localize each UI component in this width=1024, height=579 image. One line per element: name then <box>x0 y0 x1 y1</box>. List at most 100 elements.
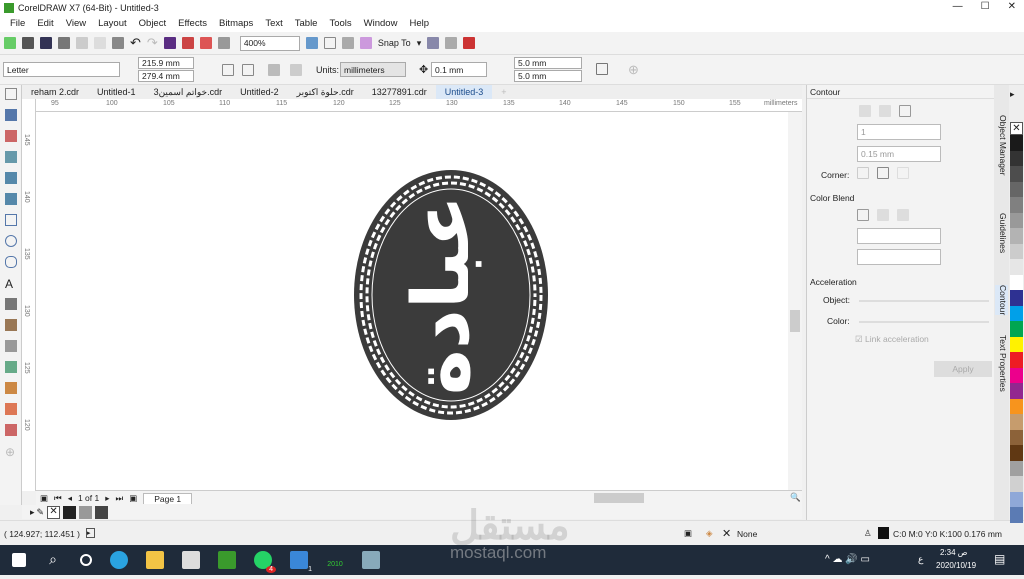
inside-icon[interactable] <box>879 105 891 117</box>
save-icon[interactable] <box>40 37 52 49</box>
duplicate-y-input[interactable]: 5.0 mm <box>514 70 582 82</box>
tab-guidelines[interactable]: Guidelines <box>995 213 1008 253</box>
vertical-scrollbar[interactable] <box>788 112 802 490</box>
bevel-corner-icon[interactable] <box>897 167 909 179</box>
horizontal-scroll-thumb[interactable] <box>594 493 644 503</box>
page-height-input[interactable]: 279.4 mm <box>138 70 194 82</box>
palette-swatch[interactable] <box>1010 181 1023 197</box>
add-tool-icon[interactable]: ⊕ <box>5 445 17 459</box>
zoom-navigator-icon[interactable]: 🔍 <box>790 492 801 503</box>
maximize-button[interactable]: ☐ <box>981 1 990 12</box>
publish-pdf-icon[interactable] <box>217 37 230 49</box>
linear-blend-icon[interactable] <box>857 209 869 221</box>
palette-swatch[interactable] <box>1010 228 1023 244</box>
search-content-icon[interactable] <box>163 37 176 49</box>
document-color-icon[interactable]: ▣ <box>684 528 692 539</box>
clockwise-blend-icon[interactable] <box>877 209 889 221</box>
new-tab-icon[interactable]: + <box>492 85 515 99</box>
file-explorer-icon[interactable] <box>146 551 164 569</box>
app-2010-icon[interactable]: 2010 <box>326 551 344 569</box>
interactive-fill-icon[interactable] <box>5 403 17 415</box>
view-icon[interactable] <box>341 37 354 49</box>
palette-swatch[interactable] <box>1010 476 1023 492</box>
tab-khawatim[interactable]: خواتم اسمين3.cdr <box>145 85 232 99</box>
menu-help[interactable]: Help <box>403 18 435 29</box>
artistic-media-icon[interactable] <box>5 193 17 205</box>
tab-object-manager[interactable]: Object Manager <box>995 115 1008 175</box>
palette-swatch[interactable] <box>1010 305 1023 321</box>
copy-icon[interactable] <box>94 37 106 49</box>
drawing-canvas[interactable]: عبادة <box>36 112 788 490</box>
undo-icon[interactable]: ↶ <box>130 35 141 51</box>
menu-bitmaps[interactable]: Bitmaps <box>213 18 259 29</box>
guidelines-icon[interactable] <box>359 37 372 49</box>
swatch-gray[interactable] <box>79 505 93 519</box>
color-acceleration-slider[interactable] <box>859 321 989 323</box>
palette-swatch[interactable] <box>1010 243 1023 259</box>
palette-swatch[interactable] <box>1010 445 1023 461</box>
tab-untitled-2[interactable]: Untitled-2 <box>231 85 288 99</box>
color-eyedropper-icon[interactable] <box>5 382 17 394</box>
palette-swatch[interactable] <box>1010 212 1023 228</box>
clock-date[interactable]: 2020/10/19 <box>936 561 976 570</box>
palette-flyout-icon[interactable]: ▸ <box>1010 89 1023 102</box>
eyedropper-icon[interactable]: ✎ <box>37 507 45 518</box>
swatch-black[interactable] <box>63 505 77 519</box>
all-pages-icon[interactable] <box>268 64 280 76</box>
freehand-tool-icon[interactable] <box>5 172 17 184</box>
pick-tool-icon[interactable] <box>5 88 17 100</box>
notifications-icon[interactable]: ▤ <box>994 552 1005 566</box>
rulers-icon[interactable] <box>323 37 336 49</box>
application-launcher-icon[interactable] <box>463 37 476 49</box>
current-page-icon[interactable] <box>290 64 302 76</box>
palette-swatch[interactable] <box>1010 414 1023 430</box>
options-icon[interactable] <box>445 37 458 49</box>
palette-swatch[interactable] <box>1010 197 1023 213</box>
import-icon[interactable] <box>181 37 194 49</box>
tab-untitled-3[interactable]: Untitled-3 <box>435 85 493 99</box>
connector-tool-icon[interactable] <box>5 319 17 331</box>
paste-icon[interactable] <box>112 37 124 49</box>
zoom-tool-icon[interactable] <box>5 151 17 163</box>
minimize-button[interactable]: — <box>953 1 963 12</box>
menu-text[interactable]: Text <box>259 18 288 29</box>
palette-swatch[interactable] <box>1010 321 1023 337</box>
palette-swatch[interactable] <box>1010 491 1023 507</box>
app-icon[interactable] <box>362 551 380 569</box>
counterclockwise-blend-icon[interactable] <box>897 209 909 221</box>
tab-reham-2[interactable]: reham 2.cdr <box>22 85 88 99</box>
swatch-dark-gray[interactable] <box>95 505 109 519</box>
duplicate-x-input[interactable]: 5.0 mm <box>514 57 582 69</box>
palette-swatch[interactable] <box>1010 352 1023 368</box>
polygon-tool-icon[interactable] <box>5 256 17 268</box>
task-view-icon[interactable] <box>80 554 92 566</box>
tab-untitled-1[interactable]: Untitled-1 <box>88 85 145 99</box>
print-icon[interactable] <box>58 37 70 49</box>
palette-swatch[interactable] <box>1010 429 1023 445</box>
menu-tools[interactable]: Tools <box>323 18 357 29</box>
fill-color-dropdown[interactable] <box>857 249 941 265</box>
status-flyout-icon[interactable]: ▸ <box>86 528 95 538</box>
page-options-icon[interactable] <box>596 63 608 75</box>
next-page-icon[interactable]: ▸ <box>105 493 109 504</box>
welcome-screen-icon[interactable] <box>427 37 440 49</box>
tab-13277891[interactable]: 13277891.cdr <box>363 85 436 99</box>
new-icon[interactable] <box>4 37 16 49</box>
menu-edit[interactable]: Edit <box>31 18 59 29</box>
parallel-dimension-icon[interactable] <box>5 298 17 310</box>
nudge-distance-input[interactable]: 0.1 mm <box>431 62 487 77</box>
to-center-icon[interactable] <box>859 105 871 117</box>
redo-icon[interactable]: ↷ <box>147 35 158 51</box>
menu-file[interactable]: File <box>4 18 31 29</box>
palette-swatch[interactable] <box>1010 274 1023 290</box>
tab-contour[interactable]: Contour <box>995 285 1008 316</box>
palette-swatch[interactable] <box>1010 135 1023 151</box>
crop-tool-icon[interactable] <box>5 130 17 142</box>
steps-input[interactable]: 1 <box>857 124 941 140</box>
emblem-artwork[interactable]: عبادة <box>36 112 788 490</box>
palette-swatch[interactable] <box>1010 290 1023 306</box>
no-color-swatch[interactable]: ✕ <box>47 505 61 519</box>
coreldraw-taskbar-icon[interactable] <box>218 551 236 569</box>
no-color-swatch[interactable]: ✕ <box>1010 122 1023 135</box>
menu-view[interactable]: View <box>60 18 92 29</box>
